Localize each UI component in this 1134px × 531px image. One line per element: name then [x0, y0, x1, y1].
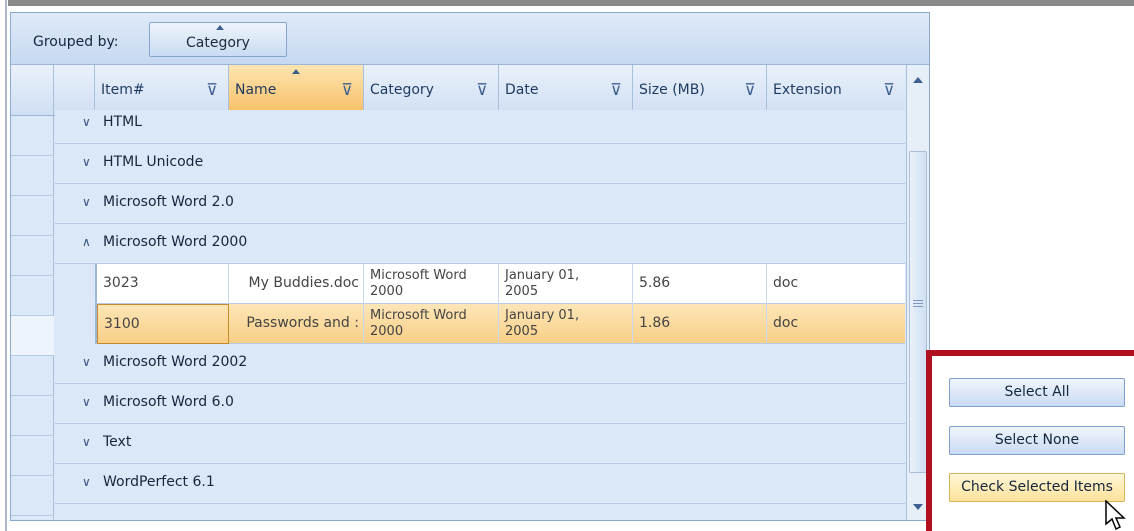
chevron-down-icon[interactable]: ∨: [82, 395, 91, 409]
cell-item: 3023: [97, 264, 229, 304]
group-row-text[interactable]: ∨ Text: [55, 424, 905, 464]
group-row-html-unicode[interactable]: ∨ HTML Unicode: [55, 144, 905, 184]
group-row-wordperfect[interactable]: ∨ WordPerfect 6.1: [55, 464, 905, 504]
chevron-down-icon[interactable]: ∨: [82, 195, 91, 209]
column-header-label: Category: [370, 82, 434, 98]
sort-ascending-icon: [216, 25, 224, 30]
group-panel: Grouped by: Category: [11, 13, 929, 65]
row-indicator[interactable]: [11, 356, 54, 396]
cell-extension: doc: [773, 315, 799, 331]
group-row-label: Text: [103, 434, 132, 450]
button-label: Check Selected Items: [961, 479, 1113, 495]
data-grid: Grouped by: Category Item# ⊽ Name ⊽ Cate…: [10, 12, 930, 521]
column-header-label: Name: [235, 82, 277, 98]
cell-category: Microsoft Word 2000: [364, 304, 499, 344]
sort-ascending-icon: [292, 69, 300, 74]
row-indicator[interactable]: [11, 316, 54, 356]
column-header-category[interactable]: Category ⊽: [364, 65, 499, 116]
filter-icon[interactable]: ⊽: [883, 80, 895, 99]
column-header-size[interactable]: Size (MB) ⊽: [633, 65, 767, 116]
row-indicator[interactable]: [11, 396, 54, 436]
table-row-selected[interactable]: 3100 Passwords and : Microsoft Word 2000 …: [95, 304, 905, 344]
group-row-word-2002[interactable]: ∨ Microsoft Word 2002: [55, 344, 905, 384]
column-header-label: Date: [505, 82, 539, 98]
cell-date: January 01, 2005: [499, 304, 633, 344]
group-row-word-2-0[interactable]: ∨ Microsoft Word 2.0: [55, 184, 905, 224]
scrollbar-thumb[interactable]: [909, 151, 927, 473]
column-header-item[interactable]: Item# ⊽: [95, 65, 229, 116]
group-row-word-6-0[interactable]: ∨ Microsoft Word 6.0: [55, 384, 905, 424]
grid-body: ∨ HTML ∨ HTML Unicode ∨ Microsoft Word 2…: [55, 110, 905, 520]
row-indicator-column: [11, 65, 54, 520]
column-header-date[interactable]: Date ⊽: [499, 65, 633, 116]
row-indicator[interactable]: [11, 436, 54, 476]
column-header-row: Item# ⊽ Name ⊽ Category ⊽ Date ⊽ Size (M…: [11, 65, 905, 116]
chevron-down-icon[interactable]: ∨: [82, 155, 91, 169]
top-divider: [8, 0, 1134, 6]
row-indicator[interactable]: [11, 236, 54, 276]
column-header-label: Item#: [101, 82, 145, 98]
cell-item: 3100: [97, 304, 229, 344]
select-all-button[interactable]: Select All: [949, 378, 1125, 407]
group-row-label: Microsoft Word 2000: [103, 234, 248, 250]
table-row[interactable]: 3023 My Buddies.doc Microsoft Word 2000 J…: [95, 264, 905, 304]
group-chip-label: Category: [186, 35, 250, 51]
column-header-label: Extension: [773, 82, 842, 98]
group-row-word-2000[interactable]: ∧ Microsoft Word 2000: [55, 224, 905, 264]
row-indicator[interactable]: [11, 156, 54, 196]
column-header-extension[interactable]: Extension ⊽: [767, 65, 905, 116]
group-chip-category[interactable]: Category: [149, 22, 287, 57]
header-indicator-cell: [11, 65, 54, 116]
filter-icon[interactable]: ⊽: [206, 80, 218, 99]
row-indicator[interactable]: [11, 476, 54, 516]
grip-icon: [913, 300, 923, 307]
scroll-down-icon[interactable]: [913, 504, 923, 510]
cell-extension: doc: [773, 275, 799, 291]
chevron-down-icon[interactable]: ∨: [82, 435, 91, 449]
left-divider: [5, 0, 7, 531]
row-indicator[interactable]: [11, 116, 54, 156]
chevron-down-icon[interactable]: ∨: [82, 475, 91, 489]
button-label: Select None: [994, 432, 1080, 448]
group-row-label: WordPerfect 6.1: [103, 474, 215, 490]
cell-category: Microsoft Word 2000: [364, 264, 499, 304]
group-row-label: Microsoft Word 6.0: [103, 394, 234, 410]
group-row-html[interactable]: ∨ HTML: [55, 110, 905, 144]
filter-icon[interactable]: ⊽: [610, 80, 622, 99]
filter-icon[interactable]: ⊽: [744, 80, 756, 99]
mouse-cursor-icon: [1105, 500, 1126, 531]
header-indent-cell: [54, 65, 95, 116]
cell-size: 1.86: [633, 304, 767, 344]
group-row-label: HTML Unicode: [103, 154, 204, 170]
cell-name: Passwords and :: [229, 304, 364, 344]
filter-icon[interactable]: ⊽: [476, 80, 488, 99]
column-header-label: Size (MB): [639, 82, 705, 98]
scroll-up-icon[interactable]: [913, 77, 923, 83]
filter-icon[interactable]: ⊽: [341, 80, 353, 99]
cell-name: My Buddies.doc: [229, 264, 364, 304]
chevron-down-icon[interactable]: ∨: [82, 355, 91, 369]
select-none-button[interactable]: Select None: [949, 426, 1125, 455]
row-indicator[interactable]: [11, 196, 54, 236]
cell-date: January 01, 2005: [499, 264, 633, 304]
button-label: Select All: [1004, 384, 1070, 400]
group-row-label: HTML: [103, 114, 142, 130]
group-row-label: Microsoft Word 2002: [103, 354, 248, 370]
group-row-label: Microsoft Word 2.0: [103, 194, 234, 210]
column-header-name[interactable]: Name ⊽: [229, 65, 364, 116]
grouped-by-label: Grouped by:: [33, 34, 119, 50]
cell-size: 5.86: [633, 264, 767, 304]
check-selected-items-button[interactable]: Check Selected Items: [949, 473, 1125, 502]
row-indicator[interactable]: [11, 276, 54, 316]
chevron-up-icon[interactable]: ∧: [82, 235, 91, 249]
chevron-down-icon[interactable]: ∨: [82, 115, 91, 129]
